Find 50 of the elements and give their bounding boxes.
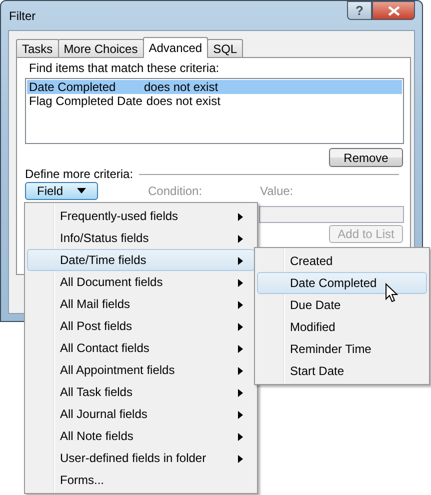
menu-item[interactable]: Start Date: [257, 360, 427, 382]
criteria-row[interactable]: Flag Completed Date does not exist: [27, 94, 402, 108]
submenu-arrow-icon: [238, 235, 243, 243]
menu-item[interactable]: User-defined fields in folder: [27, 447, 255, 469]
menu-item[interactable]: Frequently-used fields: [27, 205, 255, 227]
menu-item[interactable]: Modified: [257, 316, 427, 338]
field-dropdown-button[interactable]: Field: [25, 182, 98, 200]
submenu-arrow-icon: [238, 257, 243, 265]
menu-item[interactable]: All Contact fields: [27, 337, 255, 359]
tab[interactable]: SQL: [207, 39, 244, 57]
tab[interactable]: More Choices: [58, 39, 144, 57]
menu-item[interactable]: Reminder Time: [257, 338, 427, 360]
remove-button[interactable]: Remove: [329, 148, 403, 167]
criteria-row[interactable]: Date Completed does not exist: [27, 80, 402, 94]
close-icon: [388, 6, 400, 16]
caret-icon: [77, 188, 86, 194]
menu-item[interactable]: All Post fields: [27, 315, 255, 337]
menu-item[interactable]: All Document fields: [27, 271, 255, 293]
menu-item[interactable]: Due Date: [257, 294, 427, 316]
menu-item[interactable]: Date/Time fields: [27, 249, 255, 271]
menu-item[interactable]: Forms...: [27, 469, 255, 491]
menu-item[interactable]: All Note fields: [27, 425, 255, 447]
submenu-arrow-icon: [238, 301, 243, 309]
submenu-arrow-icon: [238, 367, 243, 375]
submenu-arrow-icon: [238, 345, 243, 353]
tab[interactable]: Tasks: [16, 39, 59, 57]
submenu-arrow-icon: [238, 455, 243, 463]
cursor-icon: [385, 283, 399, 303]
submenu-arrow-icon: [238, 213, 243, 221]
define-label: Define more criteria:: [25, 167, 134, 181]
menu-item[interactable]: Date Completed: [257, 272, 427, 294]
submenu-arrow-icon: [238, 389, 243, 397]
value-label: Value:: [260, 184, 294, 198]
submenu-arrow-icon: [238, 279, 243, 287]
menu-item[interactable]: All Appointment fields: [27, 359, 255, 381]
menu-item[interactable]: All Journal fields: [27, 403, 255, 425]
submenu-arrow-icon: [238, 433, 243, 441]
submenu-arrow-icon: [238, 323, 243, 331]
condition-label: Condition:: [148, 184, 204, 198]
tab[interactable]: Advanced: [142, 37, 208, 58]
help-button[interactable]: ?: [347, 1, 372, 20]
window-title: Filter: [9, 8, 36, 22]
menu-item[interactable]: All Task fields: [27, 381, 255, 403]
close-button[interactable]: [372, 1, 415, 20]
menu-item[interactable]: Info/Status fields: [27, 227, 255, 249]
submenu-arrow-icon: [238, 411, 243, 419]
value-field[interactable]: [259, 206, 404, 223]
criteria-label: Find items that match these criteria:: [29, 61, 220, 76]
menu-item[interactable]: Created: [257, 250, 427, 272]
menu-item[interactable]: All Mail fields: [27, 293, 255, 315]
